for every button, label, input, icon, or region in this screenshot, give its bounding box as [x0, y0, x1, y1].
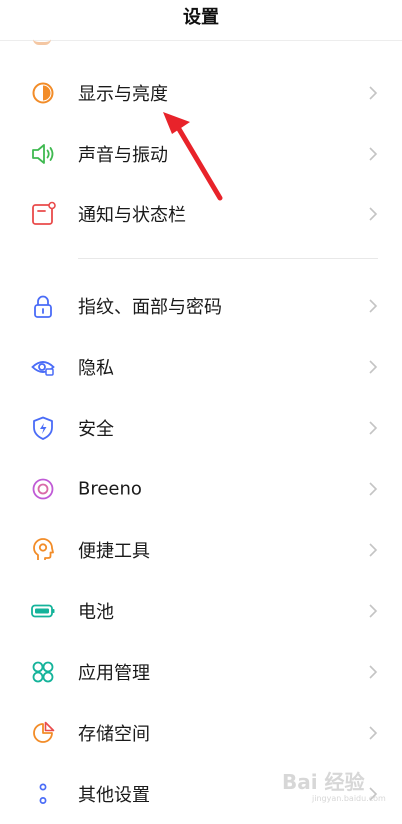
chevron-right-icon	[366, 604, 380, 618]
settings-item-label: 其他设置	[78, 785, 150, 806]
brightness-icon	[30, 80, 56, 106]
settings-item-display[interactable]: 显示与亮度	[0, 63, 402, 123]
lock-icon	[30, 293, 56, 319]
section-divider	[78, 258, 378, 259]
shield-icon	[30, 415, 56, 441]
breeno-icon	[30, 476, 56, 502]
settings-item-label: 应用管理	[78, 663, 150, 684]
settings-item-label: 通知与状态栏	[78, 205, 186, 226]
chevron-right-icon	[366, 86, 380, 100]
settings-item-label: 安全	[78, 419, 114, 440]
storage-icon	[30, 720, 56, 746]
chevron-right-icon	[366, 482, 380, 496]
settings-item-label: 指纹、面部与密码	[78, 297, 222, 318]
chevron-right-icon	[366, 543, 380, 557]
settings-item-battery[interactable]: 电池	[0, 581, 402, 641]
page-title: 设置	[183, 7, 219, 28]
apps-icon	[30, 659, 56, 685]
settings-item-app-management[interactable]: 应用管理	[0, 642, 402, 702]
settings-item-label: Breeno	[78, 478, 142, 500]
chevron-right-icon	[366, 421, 380, 435]
partial-icon	[33, 34, 51, 45]
settings-item-label: 声音与振动	[78, 145, 168, 166]
other-settings-icon	[30, 781, 56, 807]
settings-item-convenience-tools[interactable]: 便捷工具	[0, 520, 402, 580]
battery-icon	[30, 598, 56, 624]
notification-icon	[30, 201, 56, 227]
settings-item-breeno[interactable]: Breeno	[0, 459, 402, 519]
chevron-right-icon	[366, 299, 380, 313]
settings-item-other-settings[interactable]: 其他设置	[0, 764, 402, 824]
speaker-icon	[30, 141, 56, 167]
settings-item-label: 便捷工具	[78, 541, 150, 562]
chevron-right-icon	[366, 665, 380, 679]
tools-icon	[30, 537, 56, 563]
chevron-right-icon	[366, 787, 380, 801]
privacy-eye-icon	[30, 354, 56, 380]
settings-item-security[interactable]: 安全	[0, 398, 402, 458]
settings-item-storage[interactable]: 存储空间	[0, 703, 402, 763]
chevron-right-icon	[366, 207, 380, 221]
settings-item-label: 存储空间	[78, 724, 150, 745]
settings-item-label: 显示与亮度	[78, 84, 168, 105]
settings-item-sound[interactable]: 声音与振动	[0, 124, 402, 184]
chevron-right-icon	[366, 360, 380, 374]
settings-item-notification[interactable]: 通知与状态栏	[0, 184, 402, 244]
chevron-right-icon	[366, 147, 380, 161]
settings-item-fingerprint-face-password[interactable]: 指纹、面部与密码	[0, 276, 402, 336]
settings-item-label: 电池	[78, 602, 114, 623]
settings-item-label: 隐私	[78, 358, 114, 379]
chevron-right-icon	[366, 726, 380, 740]
settings-item-privacy[interactable]: 隐私	[0, 337, 402, 397]
header-bar: 设置	[0, 0, 402, 45]
